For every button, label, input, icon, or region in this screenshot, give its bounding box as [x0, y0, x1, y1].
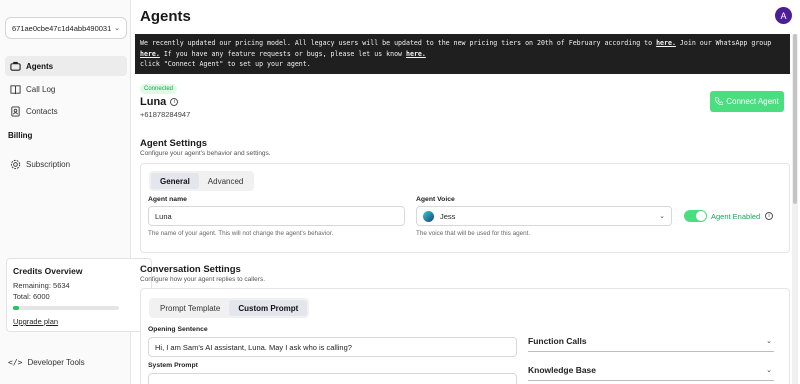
connect-agent-button[interactable]: Connect Agent: [710, 91, 784, 112]
system-prompt-label: System Prompt: [148, 362, 198, 369]
sidebar-item-label: Subscription: [26, 159, 71, 169]
phone-icon: [714, 96, 724, 107]
info-icon[interactable]: i: [170, 98, 179, 106]
book-icon: [9, 83, 21, 95]
code-icon: </>: [8, 358, 23, 367]
scrollbar-thumb[interactable]: [793, 34, 797, 204]
credits-total: Total: 6000: [13, 292, 50, 301]
tab-prompt-template[interactable]: Prompt Template: [151, 300, 229, 316]
info-icon[interactable]: i: [765, 212, 773, 220]
announcement-banner: We recently updated our pricing model. A…: [135, 34, 790, 74]
agent-name: Luna: [140, 96, 167, 108]
conversation-settings-tabs: Prompt Template Custom Prompt: [149, 298, 310, 318]
page-title: Agents: [140, 8, 191, 25]
toggle-knob: [696, 211, 706, 221]
upgrade-plan-link[interactable]: Upgrade plan: [13, 317, 58, 326]
tab-advanced[interactable]: Advanced: [199, 173, 253, 189]
agent-title: Luna i: [140, 96, 179, 108]
function-calls-accordion[interactable]: Function Calls ⌄: [528, 330, 774, 352]
banner-text: We recently updated our pricing model. A…: [140, 39, 657, 47]
feedback-link[interactable]: here.: [406, 50, 426, 58]
sidebar-item-subscription[interactable]: Subscription: [5, 154, 127, 174]
agents-icon: [9, 60, 21, 72]
sidebar-item-agents[interactable]: Agents: [5, 56, 127, 76]
knowledge-base-label: Knowledge Base: [528, 364, 597, 375]
opening-sentence-input[interactable]: Hi, I am Sam's AI assistant, Luna. May I…: [148, 337, 517, 357]
developer-tools-link[interactable]: </> Developer Tools: [8, 358, 85, 367]
settings-gear-icon: [9, 158, 21, 170]
agent-voice-value: Jess: [440, 211, 456, 221]
credits-overview-card: Credits Overview Remaining: 5634 Total: …: [6, 258, 152, 332]
agent-name-value: Luna: [155, 211, 172, 221]
organization-select[interactable]: 671ae0cbe47c1d4abb490031 ⌄: [5, 17, 127, 39]
user-avatar[interactable]: A: [775, 7, 792, 24]
chevron-down-icon: ⌄: [659, 213, 665, 220]
sidebar-item-call-log[interactable]: Call Log: [5, 79, 127, 99]
sidebar-item-contacts[interactable]: Contacts: [5, 101, 127, 121]
pricing-link[interactable]: here.: [656, 39, 676, 47]
system-prompt-input[interactable]: [148, 373, 517, 384]
knowledge-base-accordion[interactable]: Knowledge Base ⌄: [528, 359, 774, 381]
chevron-down-icon: ⌄: [766, 366, 772, 374]
credits-overview-title: Credits Overview: [13, 266, 83, 276]
agent-name-input[interactable]: Luna: [148, 206, 405, 226]
agent-name-hint: The name of your agent. This will not ch…: [148, 230, 334, 237]
chevron-down-icon: ⌄: [766, 337, 772, 345]
sidebar-item-label: Call Log: [26, 84, 56, 94]
chevron-down-icon: ⌄: [114, 25, 120, 32]
tab-general[interactable]: General: [151, 173, 199, 189]
agent-voice-hint: The voice that will be used for this age…: [416, 230, 531, 237]
banner-text: click "Connect Agent" to set up your age…: [140, 60, 311, 68]
function-calls-label: Function Calls: [528, 335, 587, 346]
organization-id: 671ae0cbe47c1d4abb490031: [12, 23, 112, 33]
banner-text: Join our WhatsApp group: [675, 39, 772, 47]
credits-progress-fill: [13, 306, 20, 310]
contact-book-icon: [9, 105, 21, 117]
agent-phone-number: +61878284947: [140, 110, 191, 119]
developer-tools-label: Developer Tools: [27, 358, 85, 367]
agent-settings-title: Agent Settings: [140, 138, 208, 149]
connect-agent-label: Connect Agent: [726, 97, 779, 106]
voice-avatar-icon: [423, 210, 434, 222]
agent-voice-label: Agent Voice: [416, 196, 455, 203]
opening-sentence-label: Opening Sentence: [148, 326, 208, 333]
billing-section-label: Billing: [8, 131, 33, 140]
credits-progress-bar: [13, 306, 119, 310]
agent-enabled-label: Agent Enabled: [711, 212, 761, 221]
status-badge: Connected: [140, 84, 178, 94]
agent-name-label: Agent name: [148, 196, 187, 203]
tab-custom-prompt[interactable]: Custom Prompt: [229, 300, 308, 316]
agent-enabled-toggle[interactable]: [684, 210, 707, 222]
sidebar-item-label: Contacts: [26, 106, 58, 116]
conversation-settings-title: Conversation Settings: [140, 264, 241, 275]
whatsapp-link[interactable]: here.: [140, 50, 160, 58]
banner-text: If you have any feature requests or bugs…: [159, 49, 406, 58]
page-scrollbar[interactable]: [792, 34, 798, 384]
agent-settings-subtitle: Configure your agent's behavior and sett…: [140, 150, 271, 157]
opening-sentence-value: Hi, I am Sam's AI assistant, Luna. May I…: [155, 342, 352, 352]
credits-remaining: Remaining: 5634: [13, 281, 70, 290]
conversation-settings-subtitle: Configure how your agent replies to call…: [140, 276, 266, 283]
agent-settings-tabs: General Advanced: [149, 171, 255, 191]
sidebar-item-label: Agents: [26, 61, 54, 71]
agent-voice-select[interactable]: Jess ⌄: [416, 206, 672, 226]
